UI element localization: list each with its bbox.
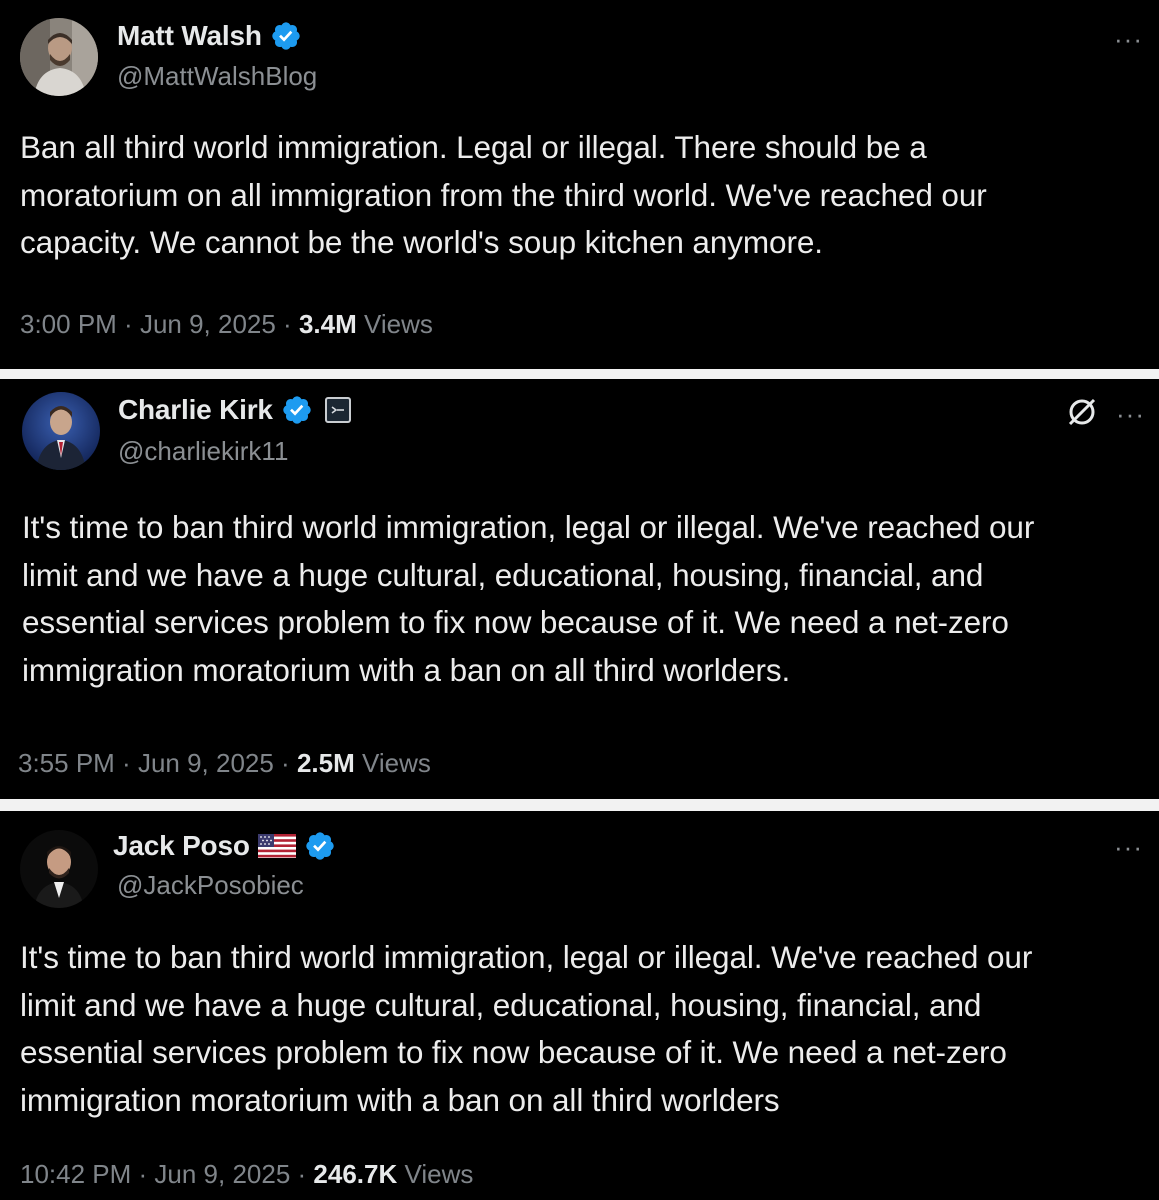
views-count: 3.4M — [298, 309, 357, 339]
tweet-meta: 3:00 PM · Jun 9, 2025 · 3.4M Views — [20, 309, 433, 340]
us-flag-icon — [257, 834, 296, 858]
tweet-card[interactable]: Matt Walsh @MattWalshBlog ··· Ban all th… — [0, 0, 1159, 368]
tweet-date[interactable]: Jun 9, 2025 — [154, 1159, 290, 1189]
views-count: 246.7K — [313, 1159, 398, 1189]
views-label: Views — [361, 748, 431, 778]
handle[interactable]: @charliekirk11 — [118, 436, 288, 467]
meta-separator: · — [131, 1159, 155, 1189]
tweet-time[interactable]: 3:00 PM — [20, 309, 117, 339]
display-name[interactable]: Charlie Kirk — [118, 394, 273, 426]
tweet-date[interactable]: Jun 9, 2025 — [138, 748, 274, 778]
verified-icon — [272, 22, 300, 50]
tweet-meta: 10:42 PM · Jun 9, 2025 · 246.7K Views — [20, 1159, 473, 1190]
display-name[interactable]: Matt Walsh — [117, 20, 262, 52]
verified-icon — [306, 832, 334, 860]
views-label: Views — [363, 309, 433, 339]
meta-separator: · — [275, 309, 299, 339]
handle[interactable]: @JackPosobiec — [117, 870, 304, 901]
avatar[interactable] — [22, 392, 100, 470]
tweet-text: It's time to ban third world immigration… — [20, 939, 1033, 1118]
meta-separator: · — [116, 309, 140, 339]
handle[interactable]: @MattWalshBlog — [117, 61, 317, 92]
meta-separator: · — [290, 1159, 314, 1189]
name-row: Jack Poso — [113, 830, 336, 862]
divider — [0, 369, 1159, 379]
avatar[interactable] — [20, 18, 98, 96]
tweet-card[interactable]: Charlie Kirk @charliekirk11 ··· It's tim… — [0, 380, 1159, 798]
views-count: 2.5M — [296, 748, 355, 778]
avatar[interactable] — [20, 830, 98, 908]
views-label: Views — [404, 1159, 474, 1189]
affiliation-badge-icon[interactable] — [324, 397, 351, 423]
more-options-icon[interactable]: ··· — [1114, 26, 1143, 52]
tweet-text: Ban all third world immigration. Legal o… — [20, 129, 987, 260]
display-name[interactable]: Jack Poso — [113, 830, 250, 862]
tweet-card[interactable]: Jack Poso @JackPosobiec ··· It's time to… — [0, 812, 1159, 1200]
tweet-text: It's time to ban third world immigration… — [22, 509, 1035, 688]
meta-separator: · — [273, 748, 297, 778]
name-row: Matt Walsh — [117, 20, 302, 52]
meta-separator: · — [114, 748, 138, 778]
more-options-icon[interactable]: ··· — [1116, 401, 1145, 427]
tweet-meta: 3:55 PM · Jun 9, 2025 · 2.5M Views — [18, 748, 431, 779]
tweet-date[interactable]: Jun 9, 2025 — [140, 309, 276, 339]
tweet-time[interactable]: 3:55 PM — [18, 748, 115, 778]
grok-icon[interactable] — [1064, 394, 1100, 430]
tweet-time[interactable]: 10:42 PM — [20, 1159, 131, 1189]
divider — [0, 799, 1159, 811]
more-options-icon[interactable]: ··· — [1114, 834, 1143, 860]
verified-icon — [283, 396, 311, 424]
name-row: Charlie Kirk — [118, 394, 351, 426]
